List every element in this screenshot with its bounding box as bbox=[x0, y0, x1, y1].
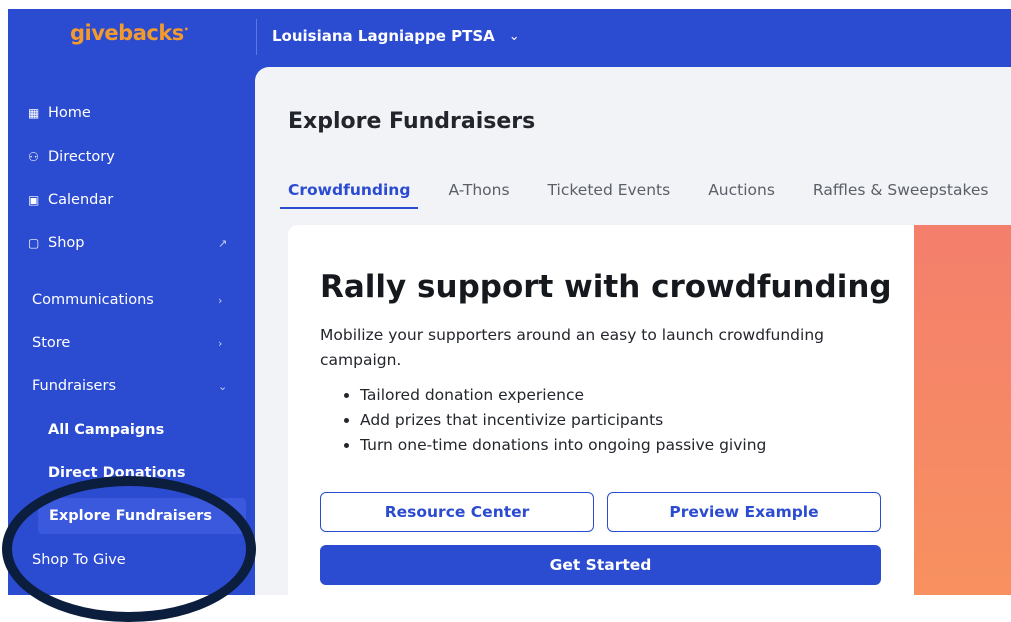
sidebar-section-label: Store bbox=[32, 335, 71, 351]
preview-example-button[interactable]: Preview Example bbox=[607, 492, 881, 532]
sidebar-item-label: All Campaigns bbox=[48, 422, 165, 438]
chevron-down-icon: ⌄ bbox=[508, 28, 520, 44]
sidebar-section-fundraisers[interactable]: Fundraisers ⌄ bbox=[8, 368, 248, 404]
sidebar-item-all-campaigns[interactable]: All Campaigns bbox=[8, 412, 248, 448]
sidebar-section-communications[interactable]: Communications › bbox=[8, 282, 248, 318]
chevron-right-icon: › bbox=[218, 336, 223, 350]
card-description: Mobilize your supporters around an easy … bbox=[320, 326, 824, 369]
crowdfunding-card: Rally support with crowdfunding Mobilize… bbox=[288, 225, 914, 595]
get-started-button[interactable]: Get Started bbox=[320, 545, 881, 585]
list-item: Tailored donation experience bbox=[360, 383, 766, 408]
tab-crowdfunding[interactable]: Crowdfunding bbox=[280, 181, 419, 209]
list-item: Add prizes that incentivize participants bbox=[360, 408, 766, 433]
sidebar-item-label: Directory bbox=[48, 149, 115, 165]
tab-a-thons[interactable]: A-Thons bbox=[440, 181, 517, 209]
shopping-bag-icon: ▢ bbox=[28, 236, 40, 250]
sidebar-item-home[interactable]: ▦ Home bbox=[8, 95, 248, 131]
home-grid-icon: ▦ bbox=[28, 106, 40, 120]
feature-list: Tailored donation experience Add prizes … bbox=[320, 383, 766, 458]
org-name: Louisiana Lagniappe PTSA bbox=[272, 27, 495, 45]
tab-ticketed-events[interactable]: Ticketed Events bbox=[540, 181, 679, 209]
sidebar-item-label: Shop bbox=[48, 235, 85, 251]
org-switcher[interactable]: Louisiana Lagniappe PTSA ⌄ bbox=[272, 27, 520, 45]
givebacks-logo[interactable]: givebacks• bbox=[70, 21, 189, 45]
sidebar-section-store[interactable]: Store › bbox=[8, 325, 248, 361]
card-title: Rally support with crowdfunding bbox=[320, 269, 892, 305]
page-title: Explore Fundraisers bbox=[288, 109, 536, 134]
topbar-divider bbox=[256, 19, 257, 55]
chevron-down-icon: ⌄ bbox=[218, 379, 228, 393]
tab-raffles-sweepstakes[interactable]: Raffles & Sweepstakes bbox=[805, 181, 997, 209]
sidebar-item-calendar[interactable]: ▣ Calendar bbox=[8, 182, 248, 218]
list-item: Turn one-time donations into ongoing pas… bbox=[360, 433, 766, 458]
main-content: Explore Fundraisers Crowdfunding A-Thons… bbox=[255, 67, 1011, 595]
external-link-icon: ↗ bbox=[218, 236, 228, 250]
fundraiser-tabs: Crowdfunding A-Thons Ticketed Events Auc… bbox=[280, 181, 997, 209]
sidebar-item-label: Calendar bbox=[48, 192, 114, 208]
chevron-right-icon: › bbox=[218, 293, 223, 307]
calendar-icon: ▣ bbox=[28, 193, 40, 207]
sidebar-section-label: Communications bbox=[32, 292, 154, 308]
sidebar-item-label: Home bbox=[48, 105, 91, 121]
sidebar-section-label: Fundraisers bbox=[32, 378, 116, 394]
promo-illustration bbox=[914, 225, 1011, 595]
sidebar-item-directory[interactable]: ⚇ Directory bbox=[8, 139, 248, 175]
people-icon: ⚇ bbox=[28, 150, 39, 164]
highlight-annotation-circle bbox=[2, 476, 256, 622]
sidebar-item-shop[interactable]: ▢ Shop ↗ bbox=[8, 225, 248, 261]
resource-center-button[interactable]: Resource Center bbox=[320, 492, 594, 532]
tab-auctions[interactable]: Auctions bbox=[700, 181, 783, 209]
